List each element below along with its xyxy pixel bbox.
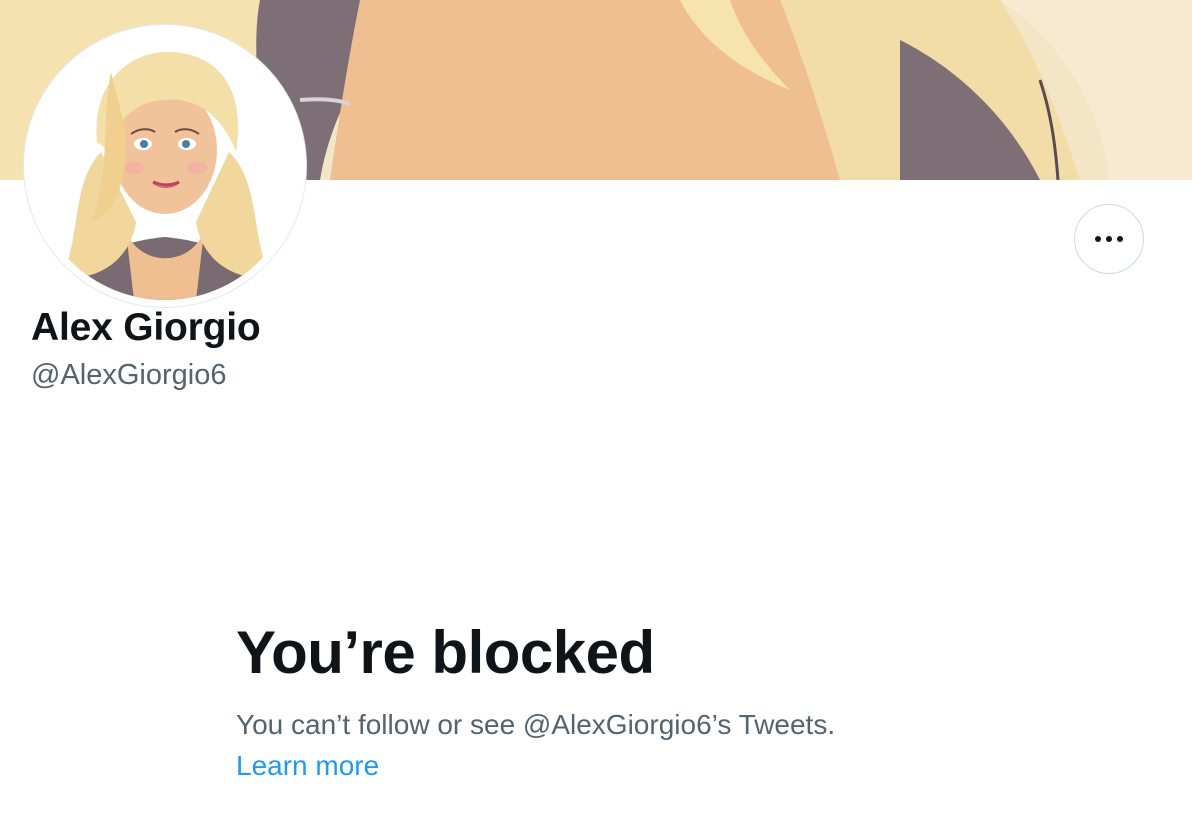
profile-handle: @AlexGiorgio6 <box>31 359 227 391</box>
profile-display-name: Alex Giorgio <box>31 306 261 349</box>
blocked-title: You’re blocked <box>236 619 655 686</box>
ellipsis-dot <box>1106 236 1112 242</box>
blocked-description: You can’t follow or see @AlexGiorgio6’s … <box>236 709 836 740</box>
more-options-button[interactable] <box>1074 204 1144 274</box>
ellipsis-horizontal-icon <box>1095 236 1123 242</box>
learn-more-link[interactable]: Learn more <box>236 750 379 782</box>
profile-avatar[interactable] <box>24 25 306 307</box>
profile-page: Alex Giorgio @AlexGiorgio6 You’re blocke… <box>0 0 1192 826</box>
ellipsis-dot <box>1095 236 1101 242</box>
avatar-image <box>31 32 299 300</box>
ellipsis-dot <box>1117 236 1123 242</box>
